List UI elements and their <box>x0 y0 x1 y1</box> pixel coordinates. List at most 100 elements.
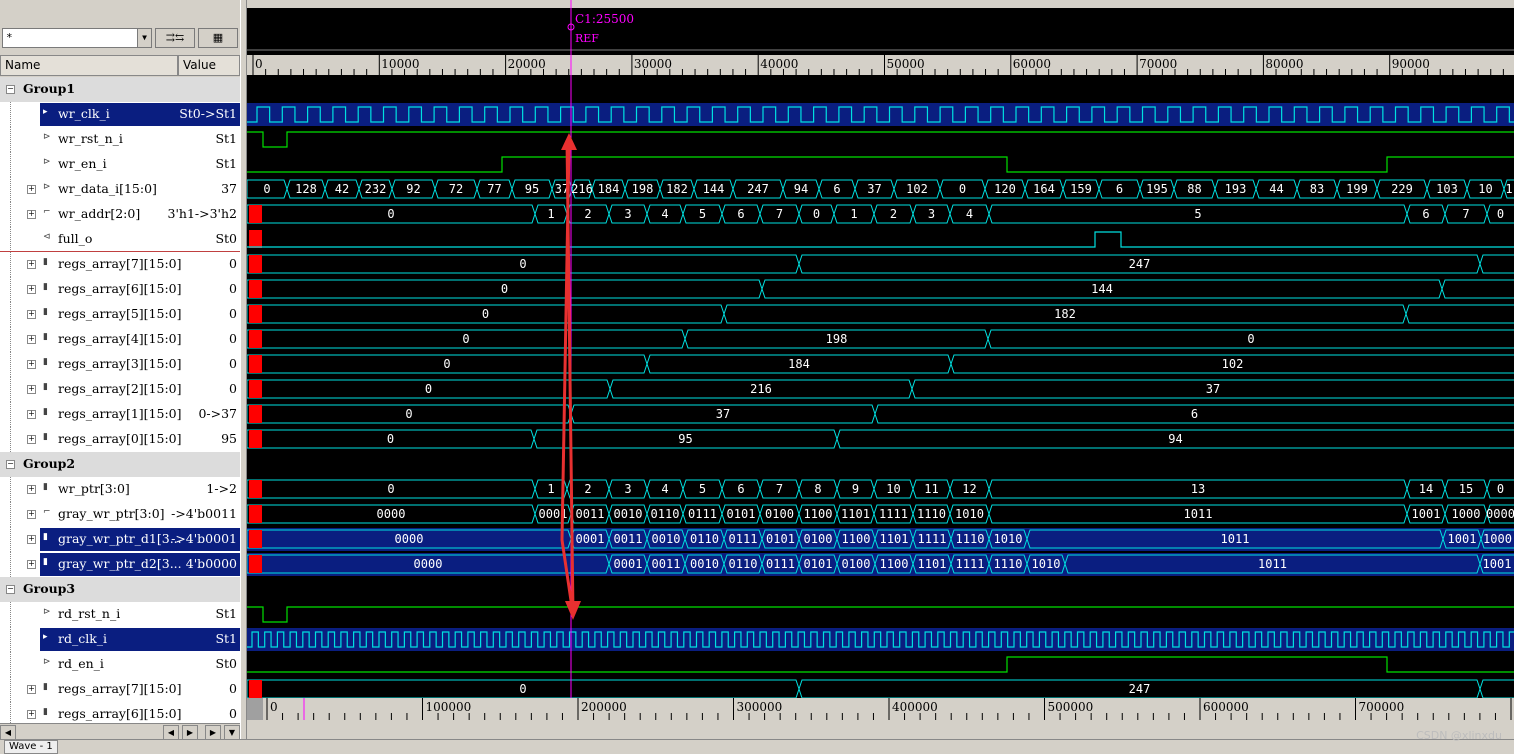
signal-row[interactable]: + ▮ regs_array[5][15:0] 0 <box>0 302 240 327</box>
signal-value: 0 <box>229 331 237 346</box>
expand-icon[interactable]: + <box>27 185 36 194</box>
signal-row[interactable]: + ▮ regs_array[7][15:0] 0 <box>0 677 240 702</box>
bus-value: 6 <box>737 207 744 221</box>
bus-value: 0110 <box>690 532 719 546</box>
bus-value: 5 <box>1194 207 1201 221</box>
signal-row[interactable]: + ▮ gray_wr_ptr_d1[3... ->4'b0001 <box>0 527 240 552</box>
signal-value: 95 <box>221 431 237 446</box>
signal-filter-combo[interactable]: * ▼ <box>2 28 152 48</box>
signal-row[interactable]: + ▮ regs_array[4][15:0] 0 <box>0 327 240 352</box>
collapse-icon[interactable]: − <box>6 460 15 469</box>
expand-icon[interactable]: + <box>27 285 36 294</box>
signal-row[interactable]: + ▮ wr_ptr[3:0] 1->2 <box>0 477 240 502</box>
collapse-icon[interactable]: − <box>6 585 15 594</box>
sort-button[interactable]: ⇉⇆ <box>155 28 195 48</box>
tree-line <box>10 152 12 177</box>
tree-line <box>10 202 12 227</box>
signal-row[interactable]: ⊳ wr_en_i St1 <box>0 152 240 177</box>
bus-value: 1010 <box>1032 557 1061 571</box>
signal-row[interactable]: ⊲ full_o St0 <box>0 227 240 252</box>
ruler-label: 40000 <box>760 57 798 71</box>
signal-list-scrollbar[interactable]: ◀ ◀ ▶ ▶ ▼ <box>0 723 240 740</box>
pane-splitter[interactable] <box>240 0 247 740</box>
signal-row[interactable]: + ▮ gray_wr_ptr_d2[3... 4'b0000 <box>0 552 240 577</box>
expand-icon[interactable]: + <box>27 510 36 519</box>
bus-value: 1100 <box>880 557 909 571</box>
expand-icon[interactable]: + <box>27 310 36 319</box>
signal-row[interactable]: + ▮ regs_array[1][15:0] 0->37 <box>0 402 240 427</box>
bus-value: 37 <box>1206 382 1220 396</box>
scroll-right-icon[interactable]: ▶ <box>182 725 198 740</box>
signal-row[interactable]: ▸ rd_clk_i St1 <box>0 627 240 652</box>
scroll-right-end-icon[interactable]: ▶ <box>205 725 221 740</box>
signal-row[interactable]: + ▮ regs_array[6][15:0] 0 <box>0 702 240 723</box>
bus-value: 88 <box>1187 182 1201 196</box>
scroll-left-icon[interactable]: ◀ <box>0 725 16 740</box>
signal-row[interactable]: ⊳ rd_en_i St0 <box>0 652 240 677</box>
group-name: Group1 <box>23 81 76 96</box>
ruler-label: 60000 <box>1013 57 1051 71</box>
expand-icon[interactable]: + <box>27 335 36 344</box>
group-header[interactable]: − Group1 <box>0 77 240 102</box>
bus-value: 1111 <box>879 507 908 521</box>
scroll-left-icon-2[interactable]: ◀ <box>163 725 179 740</box>
overview-label: 200000 <box>581 700 627 714</box>
bus-value: 0 <box>482 307 489 321</box>
bus-value: 12 <box>962 482 976 496</box>
bus-value: 0110 <box>729 557 758 571</box>
waveform-canvas[interactable]: 0 10000 20000 30000 40000 50000 60000 70000 8000… <box>247 0 1514 720</box>
tree-line <box>10 427 12 452</box>
chevron-down-icon[interactable]: ▼ <box>137 29 151 47</box>
view-options-button[interactable]: ▦ <box>198 28 238 48</box>
bus-value: 184 <box>788 357 810 371</box>
undefined-marker <box>249 305 262 323</box>
bus-value: 229 <box>1391 182 1413 196</box>
signal-row[interactable]: + ▮ regs_array[3][15:0] 0 <box>0 352 240 377</box>
expand-icon[interactable]: + <box>27 685 36 694</box>
signal-row[interactable]: + ▮ regs_array[7][15:0] 0 <box>0 252 240 277</box>
bus-value: 4 <box>661 207 668 221</box>
expand-icon[interactable]: + <box>27 535 36 544</box>
expand-icon[interactable]: + <box>27 560 36 569</box>
group-header[interactable]: − Group2 <box>0 452 240 477</box>
undefined-marker <box>249 380 262 398</box>
tree-line <box>10 127 12 152</box>
expand-icon[interactable]: + <box>27 385 36 394</box>
signal-row[interactable]: + ⊳ wr_data_i[15:0] 37 <box>0 177 240 202</box>
value-column-header[interactable]: Value <box>178 55 240 76</box>
bus-value: 0 <box>387 432 394 446</box>
signal-value: 4'b0000 <box>185 556 237 571</box>
bus-value: 1100 <box>804 507 833 521</box>
ruler-label: 90000 <box>1392 57 1430 71</box>
name-column-header[interactable]: Name <box>0 55 178 76</box>
overview-label: 700000 <box>1359 700 1405 714</box>
signal-row[interactable]: + ▮ regs_array[2][15:0] 0 <box>0 377 240 402</box>
expand-icon[interactable]: + <box>27 210 36 219</box>
expand-icon[interactable]: + <box>27 485 36 494</box>
reg-signal-icon: ▮ <box>43 382 48 392</box>
signal-row[interactable]: ▸ wr_clk_i St0->St1 <box>0 102 240 127</box>
signal-list-header: Name Value <box>0 55 240 76</box>
scroll-down-icon[interactable]: ▼ <box>224 725 240 740</box>
expand-icon[interactable]: + <box>27 710 36 719</box>
bus-value: 1011 <box>1258 557 1287 571</box>
signal-row[interactable]: + ⌐ wr_addr[2:0] 3'h1->3'h2 <box>0 202 240 227</box>
signal-row[interactable]: + ▮ regs_array[0][15:0] 95 <box>0 427 240 452</box>
tree-line <box>10 627 12 652</box>
expand-icon[interactable]: + <box>27 435 36 444</box>
signal-row[interactable]: + ▮ regs_array[6][15:0] 0 <box>0 277 240 302</box>
expand-icon[interactable]: + <box>27 260 36 269</box>
tab-wave[interactable]: Wave - 1 <box>4 740 58 754</box>
undefined-marker <box>249 530 262 548</box>
wave-top-strip <box>247 0 1514 8</box>
signal-row[interactable]: + ⌐ gray_wr_ptr[3:0] ->4'b0011 <box>0 502 240 527</box>
expand-icon[interactable]: + <box>27 360 36 369</box>
signal-row[interactable]: ⊳ rd_rst_n_i St1 <box>0 602 240 627</box>
collapse-icon[interactable]: − <box>6 85 15 94</box>
bus-value: 120 <box>994 182 1016 196</box>
bus-value: 195 <box>1146 182 1168 196</box>
signal-row[interactable]: ⊳ wr_rst_n_i St1 <box>0 127 240 152</box>
wire-signal-icon: ⌐ <box>43 207 51 217</box>
group-header[interactable]: − Group3 <box>0 577 240 602</box>
expand-icon[interactable]: + <box>27 410 36 419</box>
